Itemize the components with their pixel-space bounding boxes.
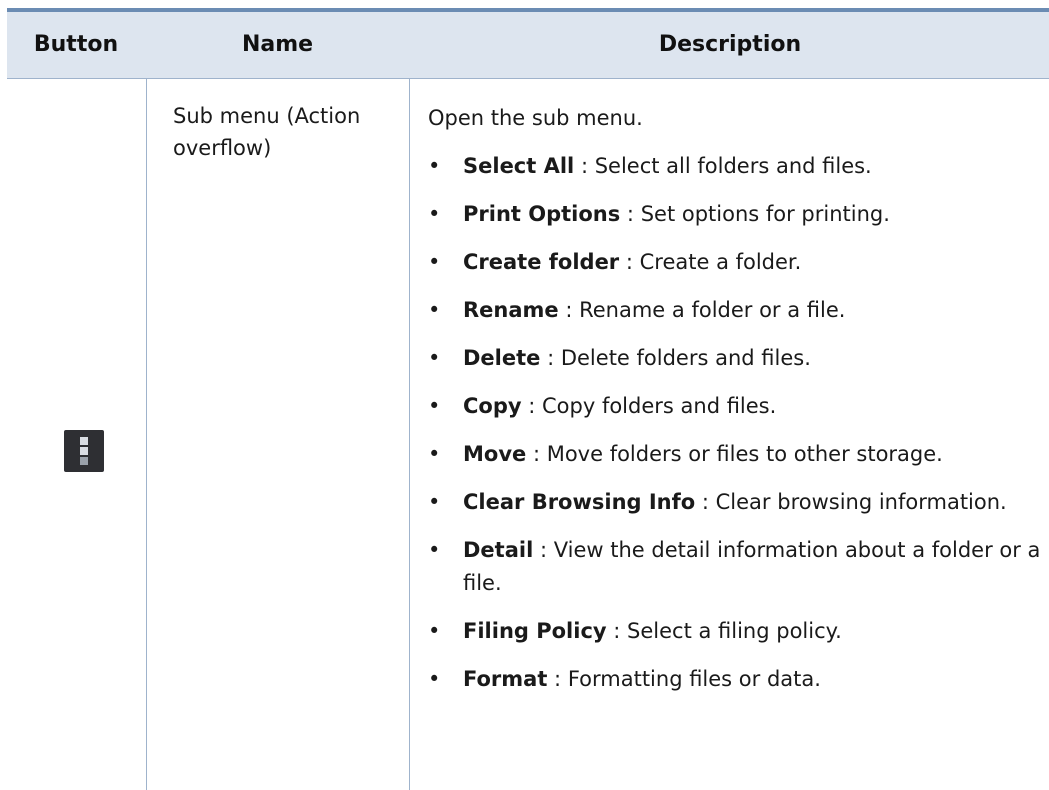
- row-description-intro: Open the sub menu.: [428, 106, 643, 130]
- bullet: •: [428, 619, 441, 643]
- item-term: Delete: [463, 346, 541, 370]
- table-header-row: Button Name Description: [7, 12, 1049, 79]
- list-item: • Filing Policy : Select a filing policy.: [428, 615, 1043, 648]
- sub-menu-item-list: • Select All : Select all folders and fil…: [428, 150, 1043, 711]
- item-text: Create a folder.: [639, 250, 802, 274]
- bullet: •: [428, 394, 441, 418]
- list-item: • Format : Formatting files or data.: [428, 663, 1043, 696]
- list-item: • Print Options : Set options for printin…: [428, 198, 1043, 231]
- item-term: Move: [463, 442, 527, 466]
- bullet: •: [428, 538, 441, 562]
- item-term: Filing Policy: [463, 619, 607, 643]
- item-separator: :: [547, 667, 568, 691]
- item-term: Copy: [463, 394, 522, 418]
- bullet: •: [428, 442, 441, 466]
- header-description: Description: [658, 32, 802, 57]
- bullet: •: [428, 154, 441, 178]
- overflow-dot-1: [80, 437, 88, 445]
- item-text: Rename a folder or a file.: [579, 298, 846, 322]
- overflow-menu-icon: [64, 430, 104, 472]
- row-name: Sub menu (Action overflow): [173, 104, 361, 160]
- item-term: Clear Browsing Info: [463, 490, 696, 514]
- list-item: • Delete : Delete folders and files.: [428, 342, 1043, 375]
- list-item: • Copy : Copy folders and files.: [428, 390, 1043, 423]
- reference-table: Button Name Description Sub menu (Action…: [0, 0, 1049, 790]
- bullet: •: [428, 202, 441, 226]
- item-separator: :: [526, 442, 547, 466]
- item-text: Select all folders and files.: [594, 154, 872, 178]
- overflow-dot-2: [80, 447, 88, 455]
- item-separator: :: [619, 250, 640, 274]
- list-item: • Rename : Rename a folder or a file.: [428, 294, 1043, 327]
- item-separator: :: [620, 202, 641, 226]
- item-term: Rename: [463, 298, 559, 322]
- list-item: • Detail : View the detail information ab…: [428, 534, 1043, 600]
- item-text: Clear browsing information.: [715, 490, 1007, 514]
- header-name: Name: [241, 32, 314, 57]
- item-separator: :: [558, 298, 580, 322]
- item-separator: :: [533, 538, 554, 562]
- list-item: • Select All : Select all folders and fil…: [428, 150, 1043, 183]
- item-separator: :: [695, 490, 716, 514]
- item-term: Create folder: [463, 250, 620, 274]
- overflow-dot-3: [80, 457, 88, 465]
- item-text: Copy folders and files.: [542, 394, 777, 418]
- item-text: Delete folders and files.: [560, 346, 811, 370]
- column-divider-2: [409, 79, 410, 790]
- column-divider-1: [146, 79, 147, 790]
- bullet: •: [428, 298, 441, 322]
- bullet: •: [428, 490, 441, 514]
- item-text: Move folders or files to other storage.: [546, 442, 943, 466]
- item-separator: :: [521, 394, 542, 418]
- item-term: Detail: [463, 538, 534, 562]
- item-text: Formatting files or data.: [567, 667, 821, 691]
- list-item: • Move : Move folders or files to other s…: [428, 438, 1043, 471]
- bullet: •: [428, 346, 441, 370]
- item-separator: :: [540, 346, 561, 370]
- item-term: Select All: [463, 154, 575, 178]
- list-item: • Create folder : Create a folder.: [428, 246, 1043, 279]
- item-separator: :: [574, 154, 595, 178]
- list-item: • Clear Browsing Info : Clear browsing in…: [428, 486, 1043, 519]
- item-term: Print Options: [463, 202, 621, 226]
- item-text: Select a filing policy.: [627, 619, 842, 643]
- item-separator: :: [606, 619, 628, 643]
- item-term: Format: [463, 667, 548, 691]
- header-button: Button: [33, 32, 119, 57]
- bullet: •: [428, 667, 441, 691]
- item-text: Set options for printing.: [640, 202, 890, 226]
- bullet: •: [428, 250, 441, 274]
